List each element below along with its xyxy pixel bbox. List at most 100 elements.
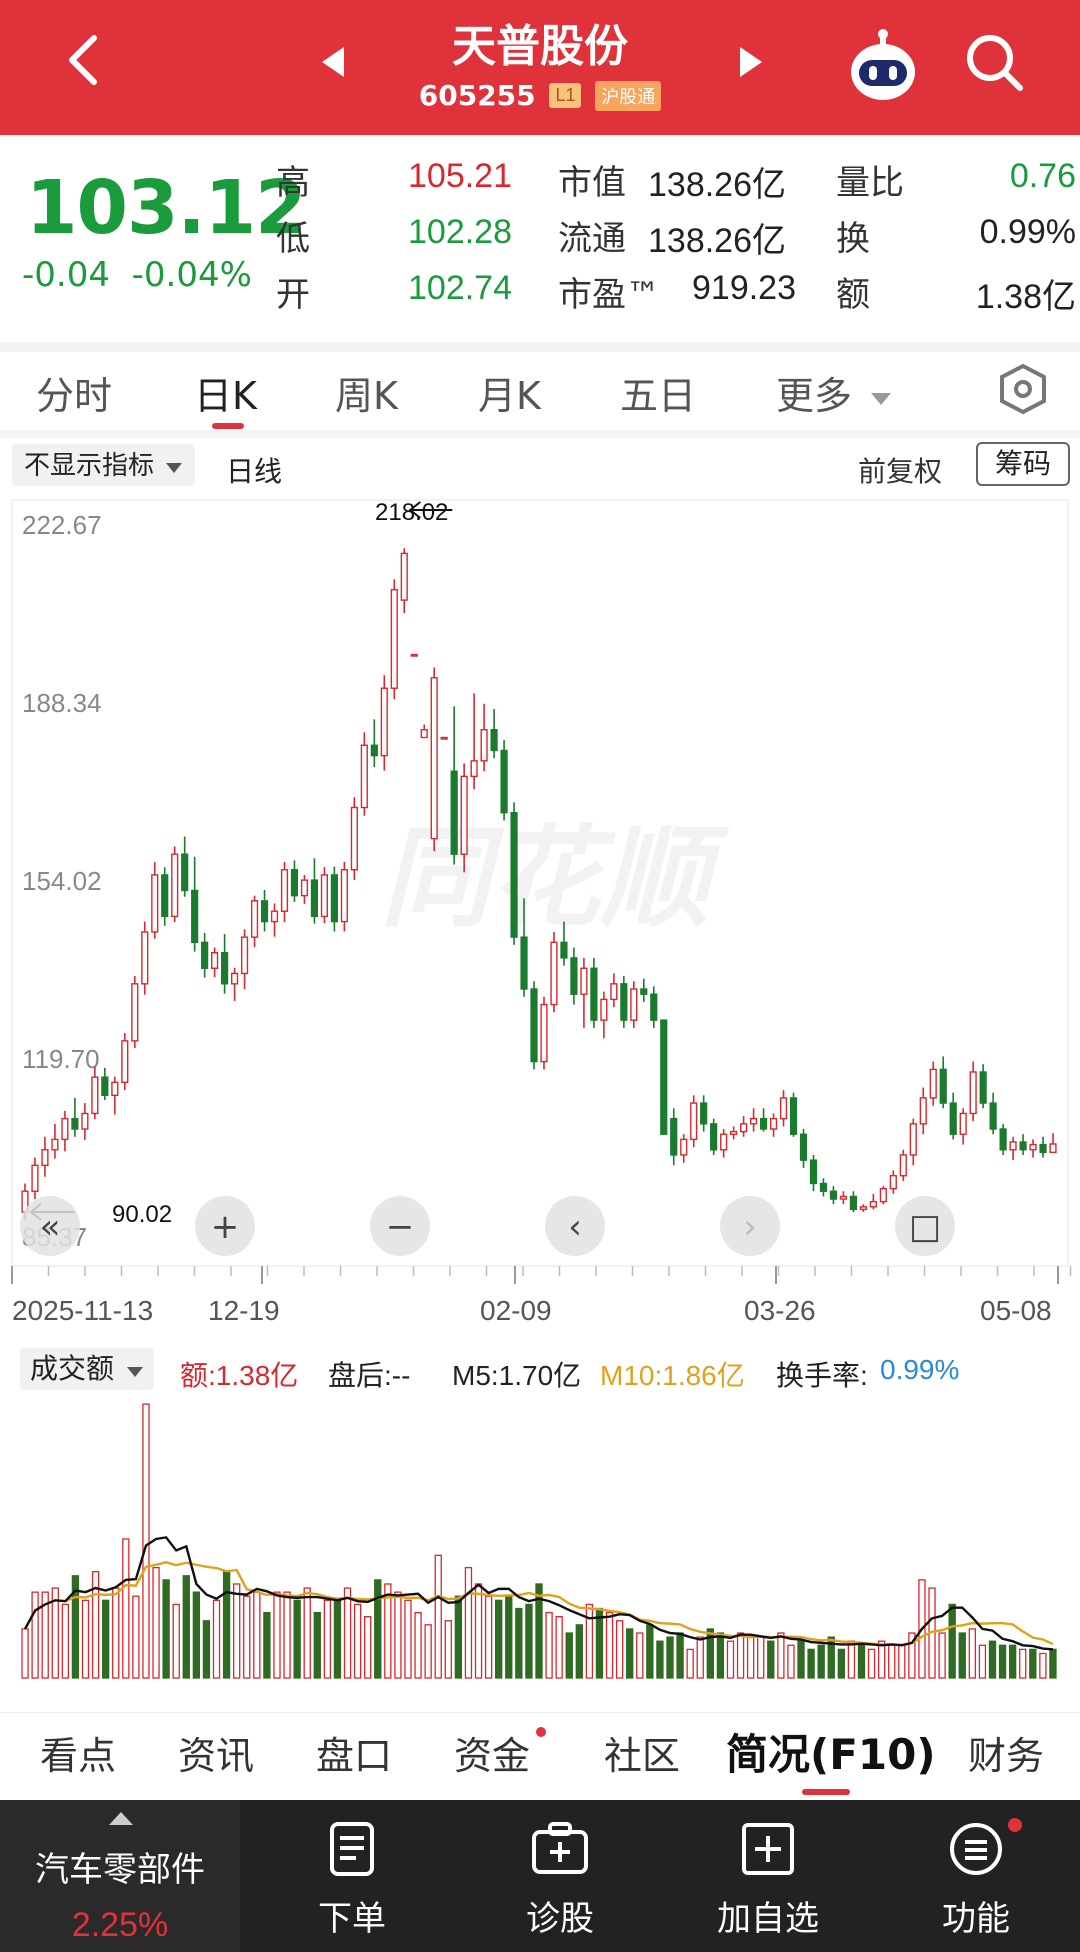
volume-ratio-label: 量比: [836, 163, 904, 203]
candle-down: [221, 952, 229, 985]
candle-down: [570, 957, 578, 995]
scroll-right-button[interactable]: ›: [720, 1196, 780, 1256]
chip-distribution-button[interactable]: 筹码: [976, 442, 1070, 486]
notification-dot: [1008, 1818, 1022, 1832]
tab-more[interactable]: 更多: [776, 365, 892, 420]
diagnose-button[interactable]: 诊股: [490, 1820, 630, 1940]
diagnose-label: 诊股: [526, 1899, 594, 1939]
search-icon[interactable]: [962, 30, 1026, 94]
candle-down: [670, 1117, 678, 1156]
volume-bar-down: [313, 1611, 321, 1679]
add-watchlist-button[interactable]: 加自选: [698, 1820, 838, 1940]
tab-community[interactable]: 社区: [604, 1725, 680, 1780]
candle-up: [320, 874, 329, 918]
volume-bar-down: [666, 1636, 674, 1679]
candle-up: [839, 1195, 848, 1200]
chart-period-tabs: 分时 日K 周K 月K 五日 更多: [0, 355, 1080, 435]
volume-header: 成交额 额:1.38亿 盘后:-- M5:1.70亿 M10:1.86亿 换手率…: [0, 1340, 1080, 1396]
indicator-selector[interactable]: 不显示指标: [12, 444, 196, 486]
menu-circle-icon: [950, 1823, 1002, 1875]
candle-up: [270, 910, 279, 923]
medical-kit-icon: [532, 1822, 588, 1874]
tab-intraday[interactable]: 分时: [36, 365, 112, 420]
candle-up: [91, 1076, 99, 1115]
tab-highlights[interactable]: 看点: [40, 1725, 116, 1780]
candle-down: [560, 941, 568, 959]
adjust-mode[interactable]: 前复权: [858, 450, 942, 490]
volume-bar-up: [253, 1591, 261, 1679]
functions-label: 功能: [942, 1899, 1010, 1939]
volume-bar-down: [837, 1648, 846, 1679]
candle-up: [580, 967, 588, 995]
candle-down: [809, 1159, 818, 1185]
dropdown-arrow-icon: [126, 1367, 143, 1377]
candle-up: [720, 1133, 728, 1151]
tab-five-day[interactable]: 五日: [620, 365, 696, 420]
sector-button[interactable]: 汽车零部件 2.25%: [0, 1800, 240, 1952]
expand-up-icon: [109, 1812, 133, 1825]
control-glyph: ‹: [568, 1207, 582, 1247]
tab-order-book[interactable]: 盘口: [316, 1725, 392, 1780]
volume-bar-up: [585, 1603, 594, 1679]
candle-down: [510, 811, 518, 938]
order-document-icon: [330, 1822, 374, 1876]
candle-up: [869, 1200, 877, 1208]
volume-indicator-selector[interactable]: 成交额: [20, 1348, 154, 1390]
volume-bar-down: [646, 1624, 654, 1679]
next-stock-icon[interactable]: [738, 45, 764, 79]
zoom-in-button[interactable]: +: [195, 1196, 255, 1256]
assistant-robot-icon[interactable]: [845, 28, 921, 104]
volume-bar-up: [152, 1566, 160, 1679]
candle-down: [310, 879, 319, 918]
volume-bar-down: [948, 1603, 956, 1679]
candle-up: [280, 869, 289, 912]
volume-bar-chart[interactable]: [0, 1396, 1080, 1686]
volume-bar-up: [615, 1620, 624, 1679]
float-label: 流通: [558, 219, 626, 259]
tab-daily-k[interactable]: 日K: [194, 365, 257, 420]
tab-financials[interactable]: 财务: [968, 1725, 1044, 1780]
divider: [0, 342, 1080, 352]
volume-bar-down: [222, 1571, 231, 1679]
volume-bar-up: [273, 1591, 281, 1679]
candle-up: [430, 677, 438, 840]
rewind-button[interactable]: «: [20, 1196, 80, 1256]
candle-up: [410, 653, 418, 657]
high-label: 高: [276, 163, 310, 203]
functions-button[interactable]: 功能: [906, 1820, 1046, 1940]
volume-bar-up: [122, 1538, 130, 1679]
volume-bar-up: [726, 1640, 735, 1679]
pe-value: 919.23: [692, 269, 796, 307]
open-value: 102.74: [408, 269, 512, 307]
mktcap-value: 138.26亿: [648, 166, 786, 204]
annotation-label: 90.02: [112, 1201, 172, 1228]
tab-funds[interactable]: 资金: [454, 1725, 530, 1780]
candle-up: [230, 972, 239, 985]
zoom-out-button[interactable]: −: [370, 1196, 430, 1256]
y-tick-label: 222.67: [22, 510, 102, 540]
settings-hexagon-icon[interactable]: [998, 363, 1048, 415]
fullscreen-button[interactable]: □: [895, 1196, 955, 1256]
volume-bar-up: [555, 1616, 563, 1679]
tab-f10-profile[interactable]: 简况(F10): [726, 1721, 936, 1782]
scroll-left-button[interactable]: ‹: [545, 1196, 605, 1256]
volume-bar-up: [353, 1603, 362, 1679]
candlestick-chart[interactable]: 同花顺222.67188.34154.02119.7085.37218.0290…: [0, 496, 1080, 1336]
volume-bar-up: [283, 1591, 291, 1679]
tab-monthly-k[interactable]: 月K: [478, 365, 541, 420]
candle-up: [400, 552, 408, 601]
candle-down: [370, 744, 378, 757]
volume-bar-down: [807, 1648, 815, 1679]
volume-bar-up: [31, 1591, 39, 1679]
candle-up: [909, 1123, 917, 1156]
back-icon[interactable]: [60, 30, 110, 90]
tab-weekly-k[interactable]: 周K: [335, 365, 398, 420]
tab-news[interactable]: 资讯: [178, 1725, 254, 1780]
candle-up: [171, 853, 179, 918]
order-button[interactable]: 下单: [282, 1820, 422, 1940]
amount-value: 1.38亿: [975, 278, 1076, 316]
y-tick-label: 119.70: [22, 1044, 100, 1074]
volume-bar-down: [575, 1624, 583, 1679]
candle-up: [340, 869, 348, 923]
volume-bar-up: [847, 1640, 856, 1679]
